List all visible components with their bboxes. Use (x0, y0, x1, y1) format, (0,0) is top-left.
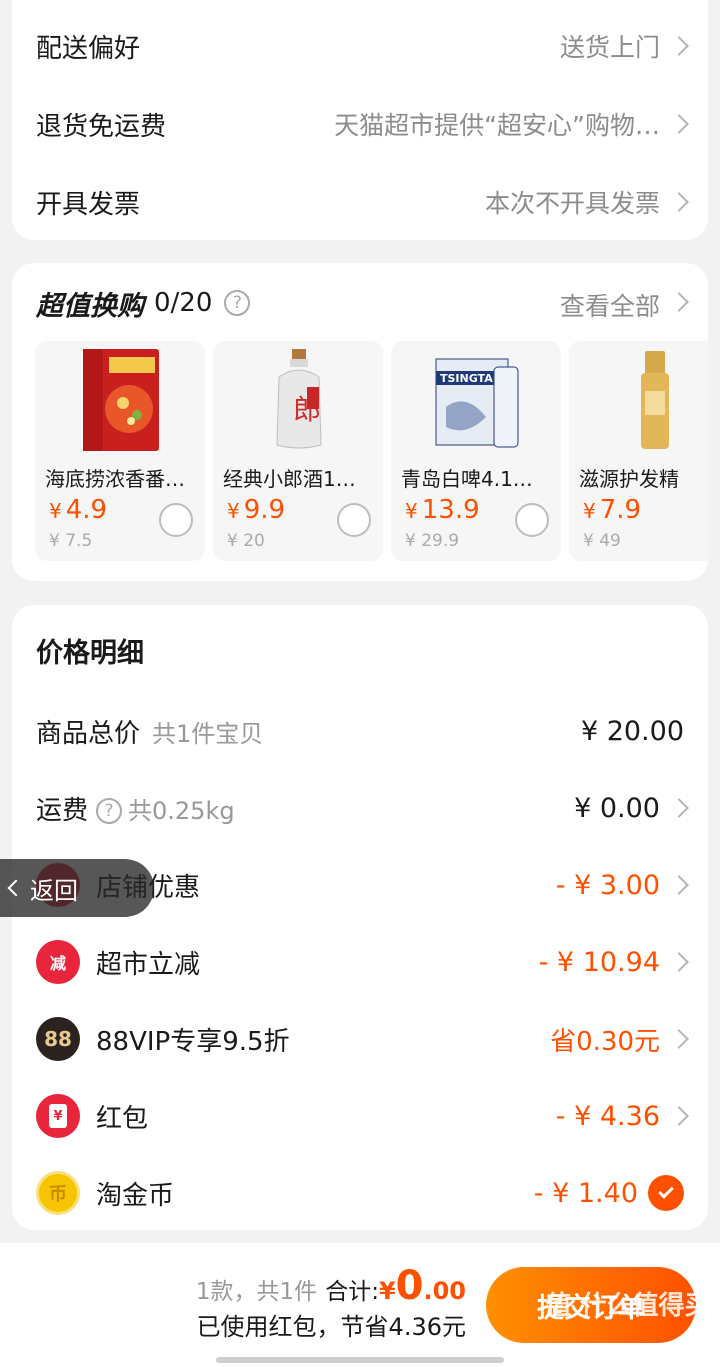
discount-value: - ¥ 4.36 (555, 1100, 660, 1132)
checkout-summary: 1款，共1件 合计: ¥ 0 .00 (196, 1263, 466, 1309)
goods-total-row: 商品总价 共1件宝贝 ¥ 20.00 (12, 701, 708, 761)
select-radio[interactable] (159, 503, 193, 537)
chevron-right-icon (669, 192, 689, 212)
discount-value: - ¥ 10.94 (538, 946, 660, 978)
price-details-card: 价格明细 商品总价 共1件宝贝 ¥ 20.00 运费? 共0.25kg ¥ 0.00… (12, 605, 708, 1230)
invoice-row[interactable]: 开具发票 本次不开具发票 (12, 172, 708, 232)
langjiu-bottle-product-image: 郎 (276, 349, 322, 449)
chevron-right-icon (669, 1029, 689, 1049)
chevron-right-icon (669, 292, 689, 312)
exchange-purchase-card: 超值换购 0/20 ? 查看全部 海底捞浓香番… ¥4.9 ¥ 7.5 郎 经典… (12, 263, 708, 581)
chevron-right-icon (669, 1106, 689, 1126)
goods-total-label: 商品总价 共1件宝贝 (36, 718, 264, 749)
help-icon[interactable]: ? (224, 290, 251, 316)
total-integer: 0 (395, 1263, 424, 1309)
product-name: 青岛白啤4.1… (401, 467, 533, 491)
return-free-shipping-row[interactable]: 退货免运费 天猫超市提供“超安心”购物… (12, 94, 708, 154)
product-price: ¥13.9 (405, 495, 480, 525)
product-original-price: ¥ 20 (227, 531, 265, 551)
delivery-preference-value: 送货上门 (559, 33, 660, 62)
discount-row-88vip[interactable]: 88 88VIP专享9.5折 省0.30元 (12, 1009, 708, 1069)
product-name: 海底捞浓香番… (45, 467, 185, 491)
vip88-icon: 88 (36, 1017, 80, 1061)
view-all-link[interactable]: 查看全部 (560, 287, 660, 323)
invoice-value: 本次不开具发票 (484, 189, 660, 218)
product-original-price: ¥ 29.9 (405, 531, 460, 551)
item-count: 1款，共1件 (195, 1279, 318, 1305)
shipping-row[interactable]: 运费? 共0.25kg ¥ 0.00 (12, 778, 708, 838)
delivery-options-card: 配送偏好 送货上门 退货免运费 天猫超市提供“超安心”购物… 开具发票 本次不开… (12, 0, 708, 240)
exchange-title: 超值换购 (36, 290, 144, 322)
discount-value: 省0.30元 (550, 1026, 660, 1057)
watermark-logo: 值 什么值得买 (545, 1291, 711, 1321)
back-label: 返回 (30, 876, 78, 905)
chevron-right-icon (669, 798, 689, 818)
discount-value: - ¥ 1.40 (533, 1177, 638, 1209)
chevron-right-icon (669, 114, 689, 134)
product-original-price: ¥ 7.5 (49, 531, 93, 551)
total-decimal: .00 (423, 1277, 466, 1305)
help-icon[interactable]: ? (96, 798, 123, 824)
exchange-count: 0/20 (154, 288, 213, 318)
total-currency: ¥ (378, 1277, 396, 1305)
select-radio[interactable] (337, 503, 371, 537)
discount-row-supermarket[interactable]: 减 超市立减 - ¥ 10.94 (12, 932, 708, 992)
discount-row-red-packet[interactable]: ¥ 红包 - ¥ 4.36 (12, 1086, 708, 1146)
discount-row-gold-coin[interactable]: 币 淘金币 - ¥ 1.40 (12, 1163, 708, 1223)
product-name: 滋源护发精 (579, 467, 679, 491)
product-price: ¥7.9 (583, 495, 642, 525)
product-price: ¥9.9 (227, 495, 286, 525)
price-details-title: 价格明细 (36, 638, 144, 669)
tsingtao-beer-product-image: TSINGTAO (435, 358, 519, 448)
shipping-value: ¥ 0.00 (574, 792, 660, 824)
discount-value: - ¥ 3.00 (555, 869, 660, 901)
chevron-right-icon (669, 36, 689, 56)
discount-label: 88VIP专享9.5折 (96, 1026, 290, 1057)
chevron-right-icon (669, 952, 689, 972)
product-original-price: ¥ 49 (583, 531, 621, 551)
exchange-product-2[interactable]: 郎 经典小郎酒1… ¥9.9 ¥ 20 (213, 341, 383, 561)
product-price: ¥4.9 (49, 495, 108, 525)
return-free-shipping-label: 退货免运费 (36, 111, 167, 142)
shipping-label: 运费? 共0.25kg (36, 795, 235, 826)
total-label: 合计: (325, 1279, 379, 1305)
back-button[interactable]: 返回 (0, 859, 154, 917)
discount-label: 红包 (96, 1103, 149, 1134)
exchange-header: 超值换购 0/20 ? (36, 283, 256, 323)
hotpot-base-product-image (83, 349, 159, 451)
exchange-product-3[interactable]: TSINGTAO 青岛白啤4.1… ¥13.9 ¥ 29.9 (391, 341, 561, 561)
chevron-left-icon (7, 879, 25, 897)
invoice-label: 开具发票 (36, 189, 141, 220)
reduce-icon: 减 (36, 940, 80, 984)
home-indicator (216, 1357, 504, 1363)
checked-icon[interactable] (648, 1175, 684, 1211)
delivery-preference-label: 配送偏好 (36, 33, 141, 64)
select-radio[interactable] (515, 503, 549, 537)
chevron-right-icon (669, 875, 689, 895)
discount-label: 超市立减 (96, 949, 201, 980)
product-name: 经典小郎酒1… (223, 467, 356, 491)
hair-serum-product-image (641, 351, 669, 449)
goods-total-value: ¥ 20.00 (580, 715, 684, 747)
svg-text:TSINGTAO: TSINGTAO (440, 372, 502, 385)
gold-coin-icon: 币 (36, 1171, 80, 1215)
checkout-bar: 1款，共1件 合计: ¥ 0 .00 已使用红包，节省4.36元 提交订单 值 … (0, 1243, 720, 1367)
exchange-product-1[interactable]: 海底捞浓香番… ¥4.9 ¥ 7.5 (35, 341, 205, 561)
red-packet-icon: ¥ (36, 1094, 80, 1138)
exchange-product-4[interactable]: 滋源护发精 ¥7.9 ¥ 49 (569, 341, 708, 561)
discount-label: 淘金币 (96, 1180, 175, 1211)
return-free-shipping-value: 天猫超市提供“超安心”购物… (334, 111, 660, 140)
savings-text: 已使用红包，节省4.36元 (196, 1313, 466, 1341)
delivery-preference-row[interactable]: 配送偏好 送货上门 (12, 16, 708, 76)
